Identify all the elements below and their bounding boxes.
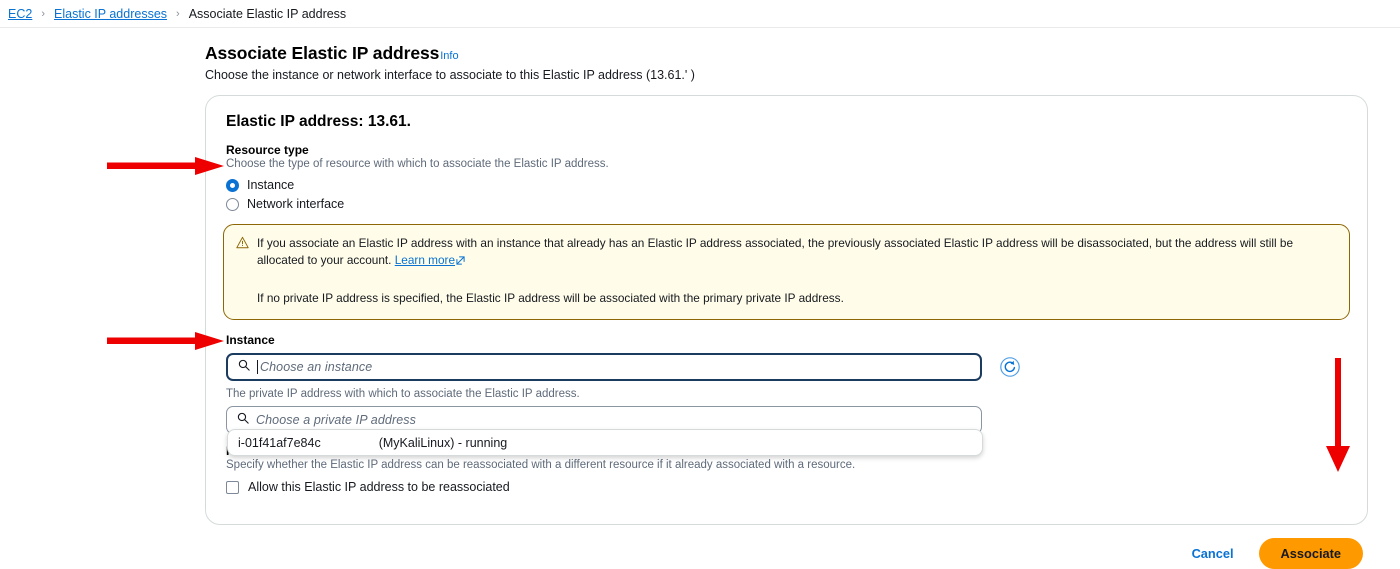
instance-label: Instance xyxy=(226,333,275,348)
learn-more-link[interactable]: Learn more xyxy=(395,253,455,267)
resource-type-label: Resource type xyxy=(226,143,309,157)
cancel-button[interactable]: Cancel xyxy=(1186,545,1240,562)
private-ip-field: The private IP address with which to ass… xyxy=(226,388,1351,435)
page-content: Associate Elastic IP address Info Choose… xyxy=(0,28,1400,526)
text-cursor xyxy=(257,360,258,375)
instance-dropdown-option[interactable]: i-01f41af7e84c (MyKaliLinux) - running xyxy=(228,430,982,455)
radio-network-interface-icon[interactable] xyxy=(226,197,239,211)
search-icon xyxy=(237,411,249,429)
instance-option-name-status: (MyKaliLinux) - running xyxy=(378,435,508,450)
refresh-icon[interactable] xyxy=(999,356,1021,378)
radio-instance-label: Instance xyxy=(247,178,295,192)
instance-placeholder: Choose an instance xyxy=(260,360,373,375)
reassociation-hint: Specify whether the Elastic IP address c… xyxy=(226,459,856,472)
breadcrumb-item-current: Associate Elastic IP address xyxy=(188,6,347,21)
breadcrumb: EC2 › Elastic IP addresses › Associate E… xyxy=(0,0,1400,28)
instance-field: Instance Choose an instance xyxy=(226,333,1351,382)
page-description: Choose the instance or network interface… xyxy=(205,68,695,82)
breadcrumb-item-ec2[interactable]: EC2 xyxy=(8,7,32,21)
instance-select[interactable]: Choose an instance xyxy=(226,353,982,382)
radio-option-instance[interactable]: Instance xyxy=(226,178,1351,192)
radio-network-interface-label: Network interface xyxy=(247,197,345,211)
radio-option-network-interface[interactable]: Network interface xyxy=(226,197,1351,211)
private-ip-placeholder: Choose a private IP address xyxy=(256,413,416,428)
instance-dropdown[interactable]: i-01f41af7e84c (MyKaliLinux) - running xyxy=(227,429,983,456)
page-title-row: Associate Elastic IP address Info xyxy=(205,43,1400,64)
search-icon xyxy=(238,358,250,376)
breadcrumb-item-elastic-ip-addresses[interactable]: Elastic IP addresses xyxy=(54,7,167,21)
form-actions: Cancel Associate xyxy=(205,538,1368,569)
resource-type-field: Resource type Choose the type of resourc… xyxy=(226,143,1351,211)
breadcrumb-separator: › xyxy=(41,7,45,20)
instance-option-id: i-01f41af7e84c xyxy=(238,435,321,450)
warning-alert-paragraph-2: If no private IP address is specified, t… xyxy=(257,291,844,306)
warning-triangle-icon xyxy=(236,236,249,307)
warning-alert: If you associate an Elastic IP address w… xyxy=(223,224,1350,321)
resource-type-hint: Choose the type of resource with which t… xyxy=(226,158,609,170)
radio-instance-icon[interactable] xyxy=(226,178,239,192)
external-link-icon xyxy=(456,253,465,270)
reassociation-checkbox-label: Allow this Elastic IP address to be reas… xyxy=(248,480,510,495)
associate-elastic-ip-card: Elastic IP address: 13.61. Resource type… xyxy=(205,95,1368,526)
reassociation-checkbox-row[interactable]: Allow this Elastic IP address to be reas… xyxy=(226,480,1351,494)
card-title: Elastic IP address: 13.61. xyxy=(226,113,411,130)
reassociation-checkbox[interactable] xyxy=(226,480,239,494)
instance-input-row: Choose an instance xyxy=(226,353,1351,382)
private-ip-hint: The private IP address with which to ass… xyxy=(226,388,580,401)
info-link[interactable]: Info xyxy=(440,50,458,62)
warning-alert-body: If you associate an Elastic IP address w… xyxy=(257,235,1337,307)
breadcrumb-separator: › xyxy=(176,7,180,20)
associate-button[interactable]: Associate xyxy=(1258,538,1363,569)
page-title: Associate Elastic IP address xyxy=(205,43,440,63)
